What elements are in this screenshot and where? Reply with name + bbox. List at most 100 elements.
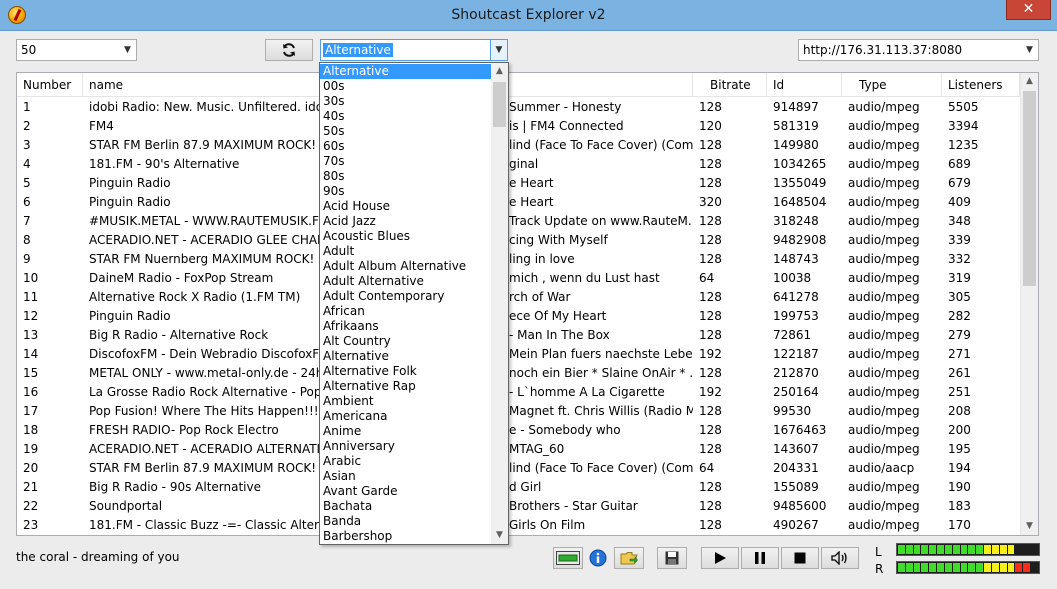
table-row[interactable]: 14 DiscofoxFM - Dein Webradio DiscofoxFM … xyxy=(17,345,1020,364)
table-row[interactable]: 6 Pinguin Radio e Heart 320 1648504 audio/mpe… xyxy=(17,193,1020,212)
dropdown-item[interactable]: Barbershop xyxy=(320,529,491,544)
dropdown-item[interactable]: Alternative Rap xyxy=(320,379,491,394)
dropdown-item[interactable]: Adult Album Alternative xyxy=(320,259,491,274)
cell-id: 149980 xyxy=(773,138,819,152)
dropdown-item[interactable]: 00s xyxy=(320,79,491,94)
volume-toggle-button[interactable] xyxy=(553,547,583,569)
dropdown-item[interactable]: Acid House xyxy=(320,199,491,214)
dropdown-item[interactable]: Arabic xyxy=(320,454,491,469)
title-bar[interactable]: Shoutcast Explorer v2 ✕ xyxy=(0,0,1057,31)
dropdown-item[interactable]: African xyxy=(320,304,491,319)
column-header-type[interactable]: Type xyxy=(842,73,942,97)
dropdown-item[interactable]: 40s xyxy=(320,109,491,124)
dropdown-item[interactable]: Adult xyxy=(320,244,491,259)
table-row[interactable]: 2 FM4 is | FM4 Connected 120 581319 audio/mpe… xyxy=(17,117,1020,136)
cell-listeners: 305 xyxy=(948,290,971,304)
table-row[interactable]: 13 Big R Radio - Alternative Rock - Man In… xyxy=(17,326,1020,345)
dropdown-item[interactable]: Adult Alternative xyxy=(320,274,491,289)
dropdown-item[interactable]: 70s xyxy=(320,154,491,169)
scroll-up-icon[interactable]: ▲ xyxy=(1021,73,1038,90)
play-button[interactable] xyxy=(701,547,739,569)
dropdown-item[interactable]: Adult Contemporary xyxy=(320,289,491,304)
dropdown-item[interactable]: Acid Jazz xyxy=(320,214,491,229)
save-button[interactable] xyxy=(657,547,687,569)
table-row[interactable]: 15 METAL ONLY - www.metal-only.de - 24h B… xyxy=(17,364,1020,383)
scroll-thumb[interactable] xyxy=(493,82,506,127)
cell-number: 22 xyxy=(23,499,39,513)
limit-select[interactable]: 50 ▼ xyxy=(16,39,137,61)
dropdown-item[interactable]: Banda xyxy=(320,514,491,529)
table-row[interactable]: 19 ACERADIO.NET - ACERADIO ALTERNATIVE MTA… xyxy=(17,440,1020,459)
column-header-listeners[interactable]: Listeners xyxy=(942,73,1020,97)
table-row[interactable]: 17 Pop Fusion! Where The Hits Happen!!! Ma… xyxy=(17,402,1020,421)
close-button[interactable]: ✕ xyxy=(1006,0,1051,20)
cell-number: 21 xyxy=(23,480,39,494)
dropdown-item[interactable]: Bachata xyxy=(320,499,491,514)
scroll-up-icon[interactable]: ▲ xyxy=(491,63,508,80)
table-row[interactable]: 23 181.FM - Classic Buzz -=- Classic Alte… xyxy=(17,516,1020,535)
dropdown-item[interactable]: Alternative xyxy=(320,64,491,79)
table-row[interactable]: 16 La Grosse Radio Rock Alternative - Pop… xyxy=(17,383,1020,402)
table-row[interactable]: 4 181.FM - 90's Alternative ginal 128 103426… xyxy=(17,155,1020,174)
dropdown-item[interactable]: Ambient xyxy=(320,394,491,409)
genre-select[interactable]: Alternative ▼ xyxy=(320,39,508,61)
refresh-button[interactable] xyxy=(265,39,313,61)
table-row[interactable]: 21 Big R Radio - 90s Alternative d Girl 128… xyxy=(17,478,1020,497)
table-row[interactable]: 1 idobi Radio: New. Music. Unfiltered. id… xyxy=(17,98,1020,117)
dropdown-item[interactable]: Americana xyxy=(320,409,491,424)
table-row[interactable]: 5 Pinguin Radio e Heart 128 1355049 audio/mpe… xyxy=(17,174,1020,193)
dropdown-item[interactable]: Afrikaans xyxy=(320,319,491,334)
cell-listeners: 279 xyxy=(948,328,971,342)
cell-type: audio/mpeg xyxy=(848,252,920,266)
table-row[interactable]: 11 Alternative Rock X Radio (1.FM TM) rch … xyxy=(17,288,1020,307)
genre-dropdown-list[interactable]: Barbershop Banda Bachata Avant Garde Asian Ar… xyxy=(319,62,509,545)
table-row[interactable]: 18 FRESH RADIO- Pop Rock Electro e - Someb… xyxy=(17,421,1020,440)
dropdown-item[interactable]: 60s xyxy=(320,139,491,154)
dropdown-item[interactable]: Acoustic Blues xyxy=(320,229,491,244)
dropdown-item[interactable]: Alternative Folk xyxy=(320,364,491,379)
meter-segment xyxy=(952,563,960,572)
dropdown-item[interactable]: 90s xyxy=(320,184,491,199)
cell-id: 1648504 xyxy=(773,195,827,209)
dropdown-item[interactable]: Asian xyxy=(320,469,491,484)
stations-table[interactable]: Number name Bitrate Id Type Listeners 1i… xyxy=(16,72,1039,536)
table-scrollbar[interactable]: ▲ ▼ xyxy=(1020,73,1038,535)
scroll-thumb[interactable] xyxy=(1023,91,1036,286)
dropdown-item[interactable]: Alternative xyxy=(320,349,491,364)
dropdown-item[interactable]: 50s xyxy=(320,124,491,139)
stop-button[interactable] xyxy=(781,547,819,569)
scroll-down-icon[interactable]: ▼ xyxy=(1021,518,1038,535)
dropdown-item[interactable]: Anniversary xyxy=(320,439,491,454)
table-row[interactable]: 10 DaineM Radio - FoxPop Stream mich , wen… xyxy=(17,269,1020,288)
column-header-id[interactable]: Id xyxy=(767,73,842,97)
cell-listeners: 332 xyxy=(948,252,971,266)
table-row[interactable]: 12 Pinguin Radio ece Of My Heart 128 199753 a… xyxy=(17,307,1020,326)
table-row[interactable]: 7 #MUSIK.METAL - WWW.RAUTEMUSIK.FM - 2 Tra… xyxy=(17,212,1020,231)
pause-button[interactable] xyxy=(741,547,779,569)
server-select[interactable]: http://176.31.113.37:8080 ▼ xyxy=(798,39,1039,61)
dropdown-scrollbar[interactable]: ▲ ▼ xyxy=(491,63,508,544)
cell-number: 5 xyxy=(23,176,31,190)
table-row[interactable]: 8 ACERADIO.NET - ACERADIO GLEE CHANNE cing… xyxy=(17,231,1020,250)
scroll-down-icon[interactable]: ▼ xyxy=(491,527,508,544)
dropdown-item[interactable]: Avant Garde xyxy=(320,484,491,499)
table-row[interactable]: 20 STAR FM Berlin 87.9 MAXIMUM ROCK! lind … xyxy=(17,459,1020,478)
info-button[interactable] xyxy=(589,549,607,567)
dropdown-item[interactable]: 80s xyxy=(320,169,491,184)
cell-type: audio/mpeg xyxy=(848,214,920,228)
cell-song: ling in love xyxy=(509,252,575,266)
meter-segment xyxy=(1007,563,1015,572)
table-row[interactable]: 3 STAR FM Berlin 87.9 MAXIMUM ROCK! lind (… xyxy=(17,136,1020,155)
dropdown-item[interactable]: 30s xyxy=(320,94,491,109)
table-row[interactable]: 9 STAR FM Nuernberg MAXIMUM ROCK! ling in … xyxy=(17,250,1020,269)
open-button[interactable] xyxy=(614,547,644,569)
cell-song: - Man In The Box xyxy=(509,328,610,342)
dropdown-item[interactable]: Anime xyxy=(320,424,491,439)
column-header-number[interactable]: Number xyxy=(17,73,83,97)
column-header-bitrate[interactable]: Bitrate xyxy=(693,73,767,97)
table-row[interactable]: 22 Soundportal Brothers - Star Guitar 128 94… xyxy=(17,497,1020,516)
dropdown-item[interactable]: Alt Country xyxy=(320,334,491,349)
cell-type: audio/mpeg xyxy=(848,442,920,456)
cell-listeners: 190 xyxy=(948,480,971,494)
mute-button[interactable] xyxy=(821,547,859,569)
